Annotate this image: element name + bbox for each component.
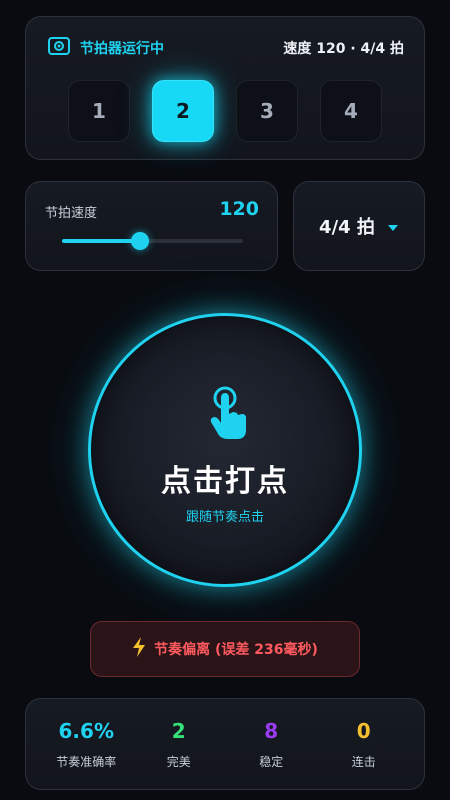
stat-value: 2 (171, 718, 186, 743)
stat-label: 连击 (351, 754, 376, 769)
tempo-card: 节拍速度 120 (25, 181, 278, 271)
tempo-summary: 速度 120 · 4/4 拍 (283, 41, 404, 57)
stat-value: 0 (356, 718, 371, 743)
tempo-label: 节拍速度 (45, 206, 98, 221)
beat-2: 2 (152, 80, 214, 142)
beat-1: 1 (68, 80, 130, 142)
meter-value: 4/4 拍 (319, 217, 375, 238)
beat-3: 3 (236, 80, 298, 142)
tempo-slider-thumb[interactable] (130, 232, 149, 250)
warning-text: 节奏偏离 (误差 236毫秒) (154, 642, 318, 658)
beat-4: 4 (320, 80, 382, 142)
tempo-value: 120 (219, 198, 259, 220)
stat-label: 稳定 (259, 754, 284, 769)
caret-down-icon (387, 217, 399, 236)
stat-value: 8 (264, 718, 279, 743)
stat-accuracy: 6.6% 节奏准确率 (46, 719, 126, 770)
stats-card: 6.6% 节奏准确率 2 完美 8 稳定 0 连击 (25, 698, 425, 790)
tap-hand-icon (208, 386, 250, 442)
tempo-slider[interactable] (62, 232, 243, 250)
status-indicator: 节拍器运行中 (48, 37, 164, 59)
stat-value: 6.6% (58, 718, 114, 743)
tap-subtitle: 跟随节奏点击 (185, 510, 264, 525)
stat-label: 完美 (166, 754, 191, 769)
status-card: 节拍器运行中 速度 120 · 4/4 拍 1 2 3 4 (25, 16, 425, 160)
metronome-icon (48, 37, 70, 59)
meter-select[interactable]: 4/4 拍 (293, 181, 425, 271)
rhythm-warning: 节奏偏离 (误差 236毫秒) (90, 621, 360, 677)
beat-indicators: 1 2 3 4 (68, 80, 382, 142)
stat-stable: 8 稳定 (231, 719, 311, 770)
stat-perfect: 2 完美 (139, 719, 219, 770)
tempo-slider-fill (62, 239, 140, 243)
tap-button[interactable]: 点击打点 跟随节奏点击 (88, 313, 362, 587)
status-row: 节拍器运行中 速度 120 · 4/4 拍 (48, 37, 404, 59)
lightning-icon (132, 637, 146, 661)
tap-title: 点击打点 (161, 464, 289, 499)
stat-combo: 0 连击 (324, 719, 404, 770)
stat-label: 节奏准确率 (56, 754, 117, 769)
status-text: 节拍器运行中 (80, 41, 164, 57)
